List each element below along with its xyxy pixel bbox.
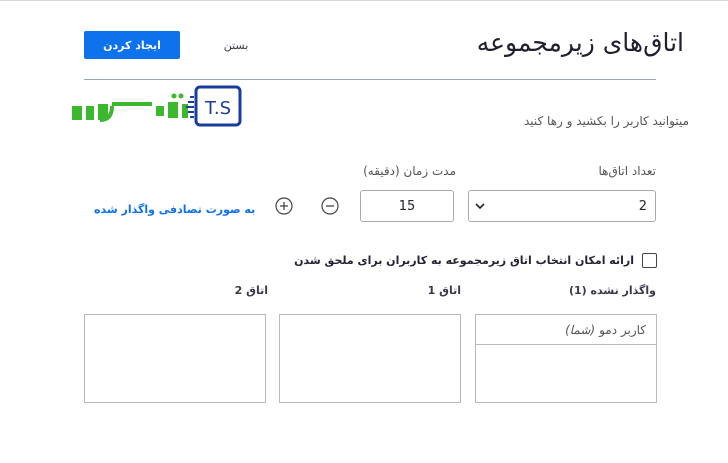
- create-button[interactable]: ایجاد کردن: [84, 31, 180, 59]
- room-1-column[interactable]: [279, 314, 461, 403]
- svg-text:T.S: T.S: [204, 98, 231, 119]
- close-button[interactable]: بستن: [212, 34, 260, 56]
- plus-circle-icon[interactable]: [275, 197, 293, 215]
- unassigned-column[interactable]: کاربر دمو (شما): [475, 314, 657, 403]
- header-divider: [84, 79, 656, 80]
- rooms-count-value: 2: [638, 199, 647, 214]
- tehran-server-logo: T.S: [72, 85, 242, 127]
- user-item[interactable]: کاربر دمو (شما): [476, 315, 656, 345]
- random-assign-link[interactable]: به صورت تصادفی واگذار شده: [94, 203, 255, 216]
- duration-input[interactable]: 15: [360, 190, 454, 222]
- minus-circle-icon[interactable]: [321, 197, 339, 215]
- page-title: اتاق‌های زیرمجموعه: [476, 28, 684, 57]
- chevron-down-icon: [475, 203, 485, 210]
- allow-choose-row[interactable]: ارائه امکان انتخاب اتاق زیرمجموعه به کار…: [294, 253, 657, 268]
- user-name: کاربر دمو: [599, 322, 646, 337]
- rooms-count-label: تعداد اتاق‌ها: [598, 164, 656, 178]
- column-header-room-2: اتاق 2: [234, 284, 268, 297]
- user-you-tag: (شما): [565, 322, 596, 337]
- column-header-unassigned: واگذار نشده (1): [568, 284, 656, 297]
- drag-hint-text: میتوانید کاربر را بکشید و رها کنید: [523, 114, 689, 128]
- room-2-column[interactable]: [84, 314, 266, 403]
- rooms-count-select[interactable]: 2: [468, 190, 656, 222]
- column-header-room-1: اتاق 1: [427, 284, 461, 297]
- window-top-edge: [0, 0, 728, 1]
- allow-choose-label: ارائه امکان انتخاب اتاق زیرمجموعه به کار…: [294, 254, 634, 267]
- duration-label: مدت زمان (دقیقه): [363, 164, 456, 178]
- allow-choose-checkbox[interactable]: [642, 253, 657, 268]
